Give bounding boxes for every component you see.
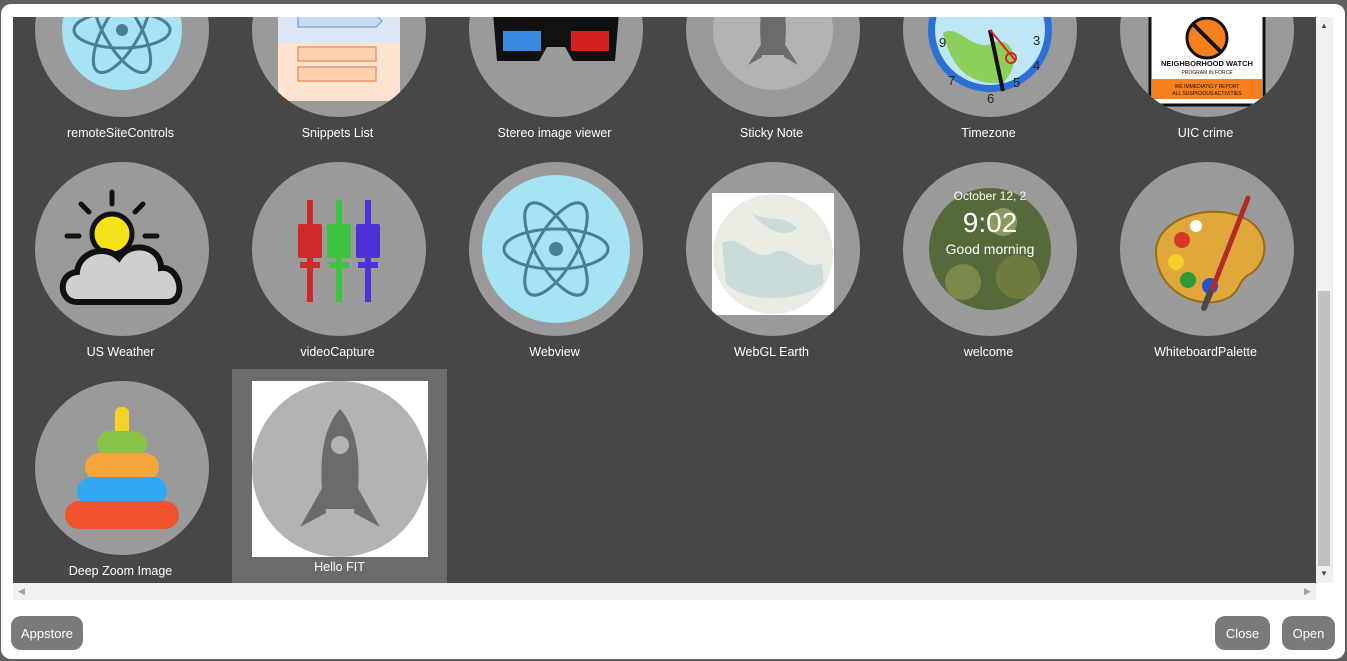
scroll-down-arrow-icon[interactable]: ▼ bbox=[1320, 569, 1328, 578]
app-tile-us-weather[interactable]: US Weather bbox=[13, 162, 228, 384]
electron-atom-icon bbox=[35, 17, 209, 117]
app-label: remoteSiteControls bbox=[67, 126, 174, 140]
horizontal-scrollbar[interactable]: ◀ ▶ bbox=[13, 583, 1316, 600]
mixer-sliders-icon bbox=[252, 162, 426, 336]
open-button[interactable]: Open bbox=[1282, 616, 1335, 650]
globe-map-icon bbox=[686, 162, 860, 336]
scroll-up-arrow-icon[interactable]: ▲ bbox=[1320, 21, 1328, 30]
app-tile-hello-fit[interactable]: Hello FIT bbox=[232, 369, 447, 583]
scroll-left-arrow-icon[interactable]: ◀ bbox=[18, 586, 25, 597]
vertical-scrollbar[interactable]: ▲ ▼ bbox=[1316, 17, 1333, 583]
app-label: Deep Zoom Image bbox=[68, 564, 173, 578]
app-tile-whiteboardpalette[interactable]: WhiteboardPalette bbox=[1098, 162, 1313, 384]
svg-text:9:02: 9:02 bbox=[963, 207, 1018, 238]
svg-text:PROGRAM IN FORCE: PROGRAM IN FORCE bbox=[1181, 70, 1233, 76]
app-label: Hello FIT bbox=[314, 560, 365, 574]
app-label: welcome bbox=[963, 345, 1014, 359]
close-button[interactable]: Close bbox=[1215, 616, 1270, 650]
app-tile-snippets-list[interactable]: Snippets List bbox=[230, 17, 445, 165]
svg-text:October 12, 2: October 12, 2 bbox=[954, 189, 1027, 203]
svg-text:Good morning: Good morning bbox=[946, 241, 1035, 257]
svg-text:3: 3 bbox=[1033, 33, 1040, 48]
rocket-icon bbox=[686, 17, 860, 117]
electron-atom-icon bbox=[469, 162, 643, 336]
welcome-screen-icon: October 12, 2 9:02 Good morning bbox=[903, 162, 1077, 336]
app-label: Stereo image viewer bbox=[497, 126, 612, 140]
3d-glasses-icon bbox=[469, 17, 643, 117]
app-tile-remotesitecontrols[interactable]: remoteSiteControls bbox=[13, 17, 228, 165]
app-label: Snippets List bbox=[301, 126, 374, 140]
snippets-list-icon bbox=[252, 17, 426, 117]
appstore-button[interactable]: Appstore bbox=[11, 616, 83, 650]
ring-stack-toy-icon bbox=[35, 381, 209, 555]
app-grid: remoteSiteControls Snippets List Stereo … bbox=[13, 17, 1316, 583]
app-tile-webview[interactable]: Webview bbox=[447, 162, 662, 384]
scrollbar-thumb[interactable] bbox=[1318, 291, 1330, 566]
svg-text:7: 7 bbox=[948, 73, 955, 88]
app-launcher-dialog: remoteSiteControls Snippets List Stereo … bbox=[1, 4, 1345, 659]
paint-palette-icon bbox=[1120, 162, 1294, 336]
svg-text:5: 5 bbox=[1013, 75, 1020, 90]
neighborhood-watch-icon: NEIGHBORHOOD WATCH PROGRAM IN FORCE WE I… bbox=[1120, 17, 1294, 117]
app-tile-sticky-note[interactable]: Sticky Note bbox=[664, 17, 879, 165]
app-label: Sticky Note bbox=[739, 126, 804, 140]
app-label: US Weather bbox=[86, 345, 155, 359]
svg-text:6: 6 bbox=[987, 91, 994, 106]
scroll-right-arrow-icon[interactable]: ▶ bbox=[1304, 586, 1311, 597]
app-label: UIC crime bbox=[1177, 126, 1234, 140]
app-label: Webview bbox=[529, 345, 580, 359]
app-tile-videocapture[interactable]: videoCapture bbox=[230, 162, 445, 384]
app-label: WhiteboardPalette bbox=[1154, 345, 1257, 359]
svg-text:WE IMMEDIATELY REPORT: WE IMMEDIATELY REPORT bbox=[1175, 84, 1240, 90]
app-tile-webgl-earth[interactable]: WebGL Earth bbox=[664, 162, 879, 384]
svg-text:9: 9 bbox=[939, 35, 946, 50]
clock-icon: 9 7 6 5 4 3 bbox=[903, 17, 1077, 117]
app-label: Timezone bbox=[961, 126, 1016, 140]
app-tile-timezone[interactable]: 9 7 6 5 4 3 Timezone bbox=[881, 17, 1096, 165]
svg-text:NEIGHBORHOOD WATCH: NEIGHBORHOOD WATCH bbox=[1161, 59, 1253, 68]
app-tile-deep-zoom-image[interactable]: Deep Zoom Image bbox=[13, 381, 228, 583]
app-label: WebGL Earth bbox=[733, 345, 810, 359]
svg-text:ALL SUSPICIOUS ACTIVITIES: ALL SUSPICIOUS ACTIVITIES bbox=[1172, 91, 1242, 97]
app-tile-uic-crime[interactable]: NEIGHBORHOOD WATCH PROGRAM IN FORCE WE I… bbox=[1098, 17, 1313, 165]
app-label: videoCapture bbox=[300, 345, 375, 359]
svg-text:4: 4 bbox=[1033, 58, 1040, 73]
app-tile-stereo-image-viewer[interactable]: Stereo image viewer bbox=[447, 17, 662, 165]
weather-sun-cloud-icon bbox=[35, 162, 209, 336]
app-tile-welcome[interactable]: October 12, 2 9:02 Good morning welcome bbox=[881, 162, 1096, 384]
rocket-icon bbox=[252, 381, 428, 557]
